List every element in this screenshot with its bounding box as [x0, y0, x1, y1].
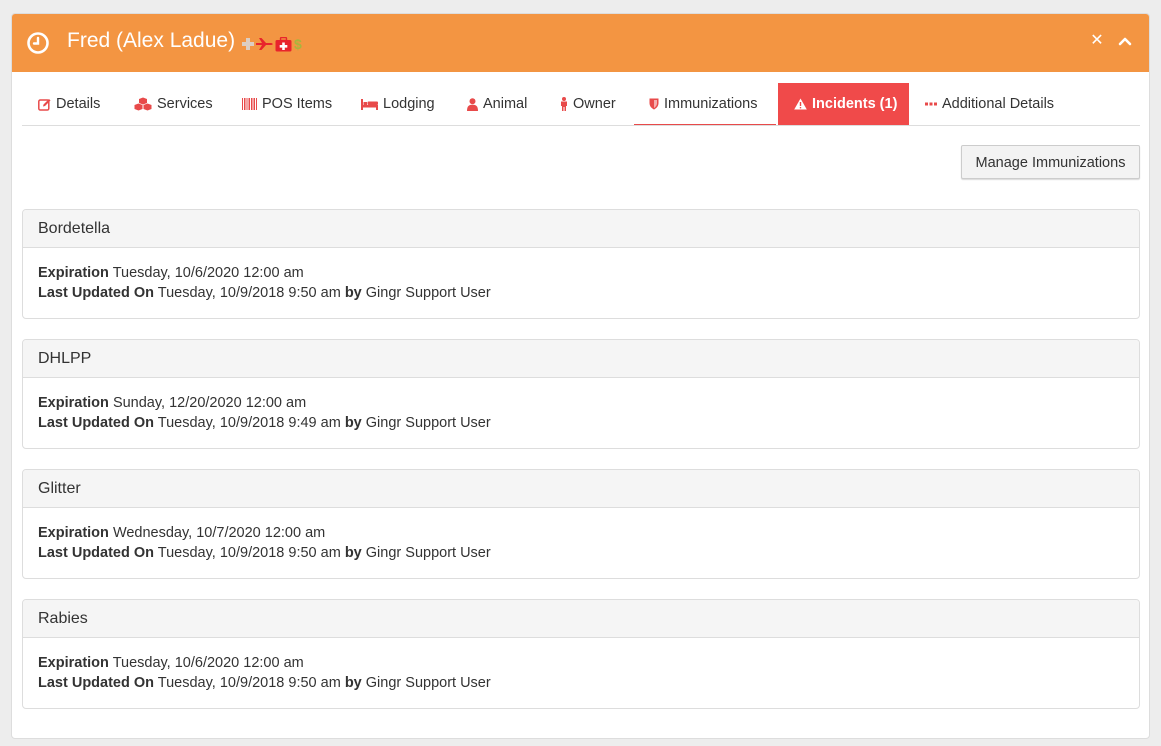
- immunization-name: Rabies: [23, 600, 1139, 638]
- tab-bar: Details Services POS Items Lodging Anima…: [22, 83, 1140, 126]
- tab-animal[interactable]: Animal: [467, 83, 527, 125]
- immunization-details: Expiration Sunday, 12/20/2020 12:00 am L…: [23, 378, 1139, 433]
- tab-lodging[interactable]: Lodging: [361, 83, 435, 125]
- tab-incidents[interactable]: Incidents (1): [778, 83, 909, 125]
- reservation-panel: Fred (Alex Ladue) $ ✕ Details Services P…: [11, 13, 1150, 739]
- clock-icon: [27, 32, 49, 54]
- tab-pos-items[interactable]: POS Items: [242, 83, 332, 125]
- tab-additional-details[interactable]: Additional Details: [925, 83, 1054, 125]
- cubes-icon: [134, 97, 152, 111]
- last-updated-line: Last Updated On Tuesday, 10/9/2018 9:50 …: [38, 545, 491, 561]
- immunization-card: Rabies Expiration Tuesday, 10/6/2020 12:…: [22, 599, 1140, 709]
- expiration-line: Expiration Sunday, 12/20/2020 12:00 am: [38, 395, 307, 411]
- immunization-details: Expiration Tuesday, 10/6/2020 12:00 am L…: [23, 248, 1139, 303]
- medical-plus-icon: [242, 38, 254, 50]
- immunization-details: Expiration Tuesday, 10/6/2020 12:00 am L…: [23, 638, 1139, 693]
- immunization-card: Glitter Expiration Wednesday, 10/7/2020 …: [22, 469, 1140, 579]
- panel-header: Fred (Alex Ladue) $ ✕: [12, 14, 1149, 72]
- expiration-line: Expiration Wednesday, 10/7/2020 12:00 am: [38, 525, 326, 541]
- bed-icon: [361, 98, 378, 110]
- dollar-icon: $: [294, 36, 302, 52]
- immunization-details: Expiration Wednesday, 10/7/2020 12:00 am…: [23, 508, 1139, 563]
- plane-icon: [256, 38, 273, 50]
- svg-text:$: $: [294, 36, 302, 52]
- first-aid-kit-icon: [275, 36, 292, 51]
- expiration-line: Expiration Tuesday, 10/6/2020 12:00 am: [38, 265, 304, 281]
- close-icon[interactable]: ✕: [1087, 31, 1107, 51]
- edit-icon: [38, 98, 51, 111]
- expiration-line: Expiration Tuesday, 10/6/2020 12:00 am: [38, 655, 304, 671]
- male-icon: [560, 97, 568, 111]
- panel-title: Fred (Alex Ladue): [67, 29, 236, 52]
- manage-immunizations-button[interactable]: Manage Immunizations: [961, 145, 1140, 179]
- last-updated-line: Last Updated On Tuesday, 10/9/2018 9:50 …: [38, 285, 491, 301]
- barcode-icon: [242, 98, 257, 110]
- ellipsis-icon: [925, 102, 937, 106]
- tab-owner[interactable]: Owner: [560, 83, 616, 125]
- immunization-name: Glitter: [23, 470, 1139, 508]
- immunization-card: DHLPP Expiration Sunday, 12/20/2020 12:0…: [22, 339, 1140, 449]
- last-updated-line: Last Updated On Tuesday, 10/9/2018 9:49 …: [38, 415, 491, 431]
- user-icon: [467, 97, 478, 111]
- tab-services[interactable]: Services: [134, 83, 213, 125]
- last-updated-line: Last Updated On Tuesday, 10/9/2018 9:50 …: [38, 675, 491, 691]
- warning-icon: [794, 98, 807, 110]
- status-icons: $: [241, 35, 303, 53]
- immunization-card: Bordetella Expiration Tuesday, 10/6/2020…: [22, 209, 1140, 319]
- shield-icon: [649, 98, 659, 110]
- immunization-name: DHLPP: [23, 340, 1139, 378]
- immunization-name: Bordetella: [23, 210, 1139, 248]
- chevron-up-icon[interactable]: [1115, 31, 1135, 51]
- tab-details[interactable]: Details: [38, 83, 100, 125]
- tab-immunizations[interactable]: Immunizations: [634, 83, 776, 125]
